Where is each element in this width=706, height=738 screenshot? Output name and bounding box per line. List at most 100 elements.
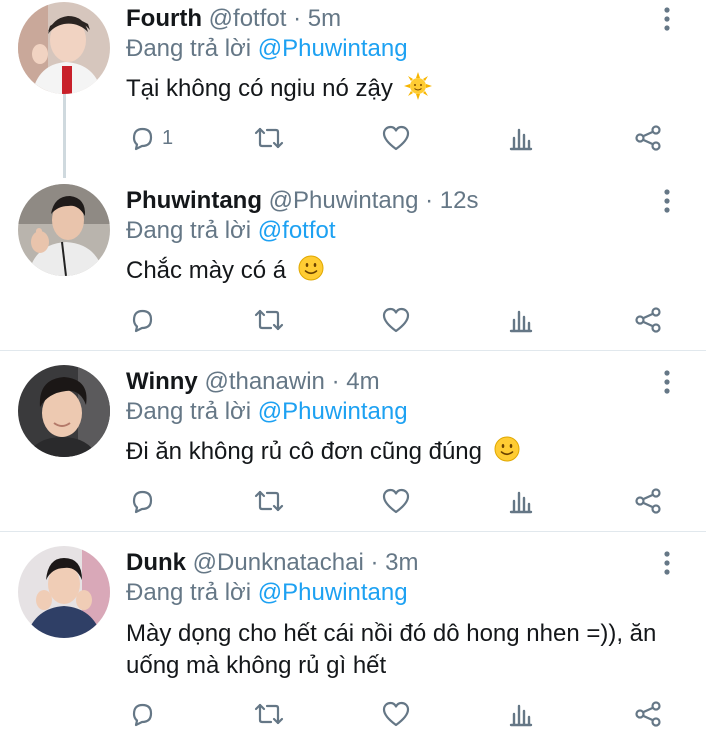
reply-button[interactable] <box>128 481 156 521</box>
tweet-actions: 1 <box>0 118 706 162</box>
mention-link[interactable]: @Phuwintang <box>258 35 408 62</box>
tweet-phuwintang[interactable]: Phuwintang @Phuwintang · 12s Đang trả lờ… <box>0 178 706 350</box>
separator: · <box>425 187 434 214</box>
retweet-icon <box>253 306 285 334</box>
retweet-icon <box>253 487 285 515</box>
more-vertical-icon[interactable] <box>655 367 679 397</box>
timestamp[interactable]: 4m <box>346 368 379 395</box>
retweet-button[interactable] <box>253 300 285 340</box>
tweet-header: Winny @thanawin · 4m <box>126 367 380 397</box>
heart-icon <box>381 124 411 152</box>
analytics-icon <box>508 124 534 152</box>
reply-count: 1 <box>162 126 174 149</box>
analytics-button[interactable] <box>508 300 534 340</box>
analytics-icon <box>508 487 534 515</box>
like-button[interactable] <box>381 300 411 340</box>
display-name[interactable]: Winny <box>126 368 198 395</box>
timestamp[interactable]: 5m <box>308 5 341 32</box>
display-name[interactable]: Fourth <box>126 5 202 32</box>
sun-with-face-icon <box>403 72 432 109</box>
analytics-icon <box>508 306 534 334</box>
separator: · <box>331 368 340 395</box>
retweet-icon <box>253 700 285 728</box>
replying-to-label: Đang trả lời <box>126 398 252 425</box>
replying-to-label: Đang trả lời <box>126 217 252 244</box>
avatar[interactable] <box>18 184 110 276</box>
share-button[interactable] <box>633 481 663 521</box>
display-name[interactable]: Dunk <box>126 549 186 576</box>
mention-link[interactable]: @fotfot <box>258 217 336 244</box>
tweet-text-content: Chắc mày có á <box>126 257 287 284</box>
tweet-text-content: Tại không có ngiu nó zậy <box>126 75 393 102</box>
tweet-text: Chắc mày có á <box>126 254 686 291</box>
heart-icon <box>381 306 411 334</box>
reply-icon <box>128 306 156 334</box>
tweet-dunk[interactable]: Dunk @Dunknatachai · 3m Đang trả lời @Ph… <box>0 532 706 727</box>
replying-to: Đang trả lời @Phuwintang <box>126 34 408 64</box>
share-icon <box>633 306 663 334</box>
slightly-smiling-face-icon <box>493 435 521 472</box>
replying-to: Đang trả lời @Phuwintang <box>126 578 408 608</box>
display-name[interactable]: Phuwintang <box>126 187 262 214</box>
analytics-button[interactable] <box>508 118 534 158</box>
retweet-icon <box>253 124 285 152</box>
slightly-smiling-face-icon <box>297 254 325 291</box>
reply-icon <box>128 124 156 152</box>
avatar[interactable] <box>18 2 110 94</box>
tweet-header: Fourth @fotfot · 5m <box>126 4 341 34</box>
analytics-button[interactable] <box>508 481 534 521</box>
tweet-text-content: Mày dọng cho hết cái nồi đó dô hong nhen… <box>126 620 657 679</box>
replying-to-label: Đang trả lời <box>126 35 252 62</box>
tweet-header: Phuwintang @Phuwintang · 12s <box>126 186 479 216</box>
tweet-actions <box>0 694 706 738</box>
share-icon <box>633 700 663 728</box>
timestamp[interactable]: 3m <box>385 549 418 576</box>
user-handle[interactable]: @thanawin <box>204 368 324 395</box>
separator: · <box>370 549 379 576</box>
tweet-text-content: Đi ăn không rủ cô đơn cũng đúng <box>126 438 482 465</box>
retweet-button[interactable] <box>253 481 285 521</box>
user-handle[interactable]: @Dunknatachai <box>193 549 364 576</box>
share-button[interactable] <box>633 118 663 158</box>
more-vertical-icon[interactable] <box>655 186 679 216</box>
heart-icon <box>381 700 411 728</box>
reply-icon <box>128 700 156 728</box>
reply-button[interactable]: 1 <box>128 118 173 158</box>
tweet-winny[interactable]: Winny @thanawin · 4m Đang trả lời @Phuwi… <box>0 351 706 531</box>
avatar[interactable] <box>18 365 110 457</box>
retweet-button[interactable] <box>253 118 285 158</box>
more-vertical-icon[interactable] <box>655 4 679 34</box>
tweet-fourth[interactable]: Fourth @fotfot · 5m Đang trả lời @Phuwin… <box>0 0 706 178</box>
user-handle[interactable]: @Phuwintang <box>269 187 419 214</box>
analytics-icon <box>508 700 534 728</box>
replying-to-label: Đang trả lời <box>126 579 252 606</box>
share-button[interactable] <box>633 300 663 340</box>
mention-link[interactable]: @Phuwintang <box>258 579 408 606</box>
tweet-actions <box>0 481 706 525</box>
replying-to: Đang trả lời @fotfot <box>126 216 336 246</box>
avatar[interactable] <box>18 546 110 638</box>
tweet-text: Tại không có ngiu nó zậy <box>126 72 686 109</box>
reply-button[interactable] <box>128 300 156 340</box>
tweet-text: Đi ăn không rủ cô đơn cũng đúng <box>126 435 686 472</box>
tweet-text: Mày dọng cho hết cái nồi đó dô hong nhen… <box>126 618 686 682</box>
reply-button[interactable] <box>128 694 156 734</box>
retweet-button[interactable] <box>253 694 285 734</box>
more-vertical-icon[interactable] <box>655 548 679 578</box>
analytics-button[interactable] <box>508 694 534 734</box>
replying-to: Đang trả lời @Phuwintang <box>126 397 408 427</box>
timestamp[interactable]: 12s <box>440 187 479 214</box>
like-button[interactable] <box>381 118 411 158</box>
like-button[interactable] <box>381 694 411 734</box>
reply-icon <box>128 487 156 515</box>
share-icon <box>633 487 663 515</box>
share-icon <box>633 124 663 152</box>
mention-link[interactable]: @Phuwintang <box>258 398 408 425</box>
tweet-actions <box>0 300 706 344</box>
tweet-header: Dunk @Dunknatachai · 3m <box>126 548 419 578</box>
like-button[interactable] <box>381 481 411 521</box>
separator: · <box>293 5 302 32</box>
heart-icon <box>381 487 411 515</box>
share-button[interactable] <box>633 694 663 734</box>
user-handle[interactable]: @fotfot <box>209 5 287 32</box>
